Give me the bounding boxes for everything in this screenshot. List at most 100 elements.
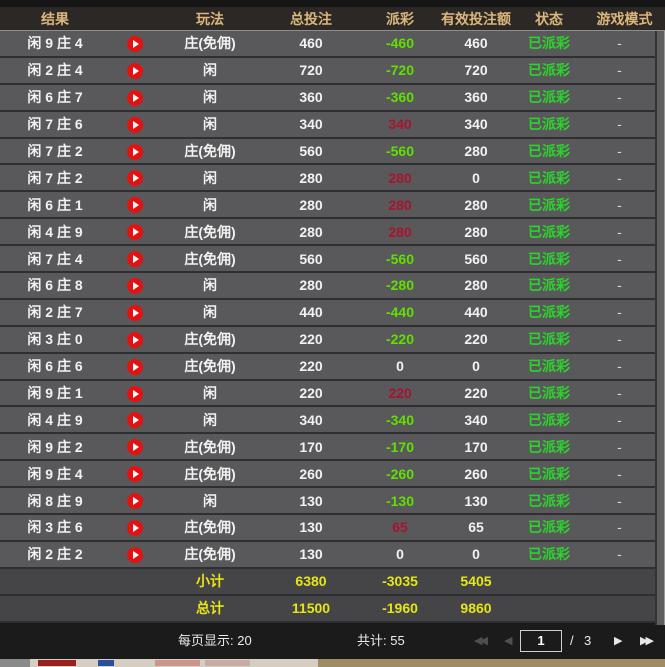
payout-cell: -560: [362, 251, 438, 267]
next-page-icon[interactable]: ▶: [614, 623, 619, 659]
play-icon[interactable]: [127, 224, 143, 240]
game-mode-cell: -: [584, 493, 665, 509]
total-bet-cell: 170: [260, 439, 362, 455]
play-icon[interactable]: [127, 305, 143, 321]
status-cell: 已派彩: [514, 141, 584, 161]
play-type-cell: 庄(免佣): [160, 141, 260, 161]
play-icon[interactable]: [127, 197, 143, 213]
payout-cell: -130: [362, 493, 438, 509]
result-cell: 闲 6 庄 8: [0, 275, 110, 295]
total-count-label: 共计: 55: [357, 623, 405, 659]
valid-bet-cell: 340: [438, 412, 514, 428]
play-type-cell: 庄(免佣): [160, 329, 260, 349]
status-cell: 已派彩: [514, 383, 584, 403]
game-mode-cell: -: [584, 35, 665, 51]
valid-bet-cell: 280: [438, 197, 514, 213]
play-icon[interactable]: [127, 170, 143, 186]
result-cell: 闲 7 庄 4: [0, 249, 110, 269]
play-icon[interactable]: [127, 466, 143, 482]
play-icon[interactable]: [127, 63, 143, 79]
game-mode-cell: -: [584, 466, 665, 482]
total-bet-cell: 220: [260, 385, 362, 401]
play-type-cell: 闲: [160, 114, 260, 134]
game-mode-cell: -: [584, 331, 665, 347]
play-icon[interactable]: [127, 36, 143, 52]
payout-cell: -360: [362, 89, 438, 105]
bet-history-panel: 结果 玩法 总投注 派彩 有效投注额 状态 游戏模式 闲 9 庄 4 庄(免佣)…: [0, 0, 665, 667]
game-mode-cell: -: [584, 358, 665, 374]
col-header-total-bet: 总投注: [260, 9, 362, 29]
total-bet-cell: 460: [260, 35, 362, 51]
game-mode-cell: -: [584, 385, 665, 401]
play-icon[interactable]: [127, 359, 143, 375]
play-icon[interactable]: [127, 117, 143, 133]
first-page-icon[interactable]: ◀◀: [474, 623, 485, 659]
table-row: 闲 6 庄 6 庄(免佣) 220 0 0 已派彩 -: [0, 354, 665, 381]
play-icon[interactable]: [127, 251, 143, 267]
valid-bet-cell: 170: [438, 439, 514, 455]
page-input[interactable]: [520, 630, 562, 652]
result-cell: 闲 2 庄 7: [0, 302, 110, 322]
total-bet-cell: 340: [260, 412, 362, 428]
play-icon[interactable]: [127, 439, 143, 455]
result-cell: 闲 6 庄 6: [0, 356, 110, 376]
status-cell: 已派彩: [514, 329, 584, 349]
total-bet-cell: 220: [260, 358, 362, 374]
valid-bet-cell: 0: [438, 546, 514, 562]
table-header-row: 结果 玩法 总投注 派彩 有效投注额 状态 游戏模式: [0, 7, 665, 31]
valid-bet-cell: 260: [438, 466, 514, 482]
table-row: 闲 2 庄 2 庄(免佣) 130 0 0 已派彩 -: [0, 542, 665, 569]
play-icon[interactable]: [127, 547, 143, 563]
table-row: 闲 7 庄 6 闲 340 340 340 已派彩 -: [0, 112, 665, 139]
game-mode-cell: -: [584, 546, 665, 562]
pagination-footer: 每页显示: 20 共计: 55 ◀◀ ◀ / 3 ▶ ▶▶: [0, 623, 665, 659]
play-icon[interactable]: [127, 278, 143, 294]
per-page-label: 每页显示: 20: [178, 623, 252, 659]
play-icon[interactable]: [127, 386, 143, 402]
play-type-cell: 庄(免佣): [160, 517, 260, 537]
valid-bet-cell: 130: [438, 493, 514, 509]
payout-cell: -340: [362, 412, 438, 428]
background-fragment: [155, 660, 200, 666]
game-mode-cell: -: [584, 439, 665, 455]
valid-bet-cell: 720: [438, 62, 514, 78]
status-cell: 已派彩: [514, 222, 584, 242]
total-bet-cell: 260: [260, 466, 362, 482]
play-type-cell: 庄(免佣): [160, 249, 260, 269]
play-icon[interactable]: [127, 412, 143, 428]
valid-bet-cell: 280: [438, 277, 514, 293]
background-page-edge: [0, 659, 665, 667]
total-bet-cell: 280: [260, 197, 362, 213]
game-mode-cell: -: [584, 116, 665, 132]
vertical-scrollbar[interactable]: [655, 31, 665, 625]
play-type-cell: 闲: [160, 195, 260, 215]
play-type-cell: 闲: [160, 410, 260, 430]
prev-page-icon[interactable]: ◀: [504, 623, 509, 659]
game-mode-cell: -: [584, 251, 665, 267]
status-cell: 已派彩: [514, 517, 584, 537]
play-icon[interactable]: [127, 144, 143, 160]
result-cell: 闲 3 庄 6: [0, 517, 110, 537]
play-type-cell: 庄(免佣): [160, 437, 260, 457]
result-cell: 闲 7 庄 2: [0, 141, 110, 161]
table-row: 闲 9 庄 4 庄(免佣) 460 -460 460 已派彩 -: [0, 31, 665, 58]
play-icon[interactable]: [127, 520, 143, 536]
last-page-icon[interactable]: ▶▶: [640, 623, 651, 659]
result-cell: 闲 9 庄 1: [0, 383, 110, 403]
status-cell: 已派彩: [514, 302, 584, 322]
result-cell: 闲 4 庄 9: [0, 410, 110, 430]
play-icon[interactable]: [127, 90, 143, 106]
result-cell: 闲 4 庄 9: [0, 222, 110, 242]
total-label: 总计: [160, 598, 260, 618]
col-header-status: 状态: [514, 9, 584, 29]
valid-bet-cell: 220: [438, 331, 514, 347]
play-icon[interactable]: [127, 332, 143, 348]
table-row: 闲 7 庄 2 庄(免佣) 560 -560 280 已派彩 -: [0, 139, 665, 166]
status-cell: 已派彩: [514, 114, 584, 134]
col-header-result: 结果: [0, 9, 110, 29]
play-icon[interactable]: [127, 493, 143, 509]
status-cell: 已派彩: [514, 544, 584, 564]
game-mode-cell: -: [584, 519, 665, 535]
table-row: 闲 9 庄 1 闲 220 220 220 已派彩 -: [0, 381, 665, 408]
payout-cell: -460: [362, 35, 438, 51]
